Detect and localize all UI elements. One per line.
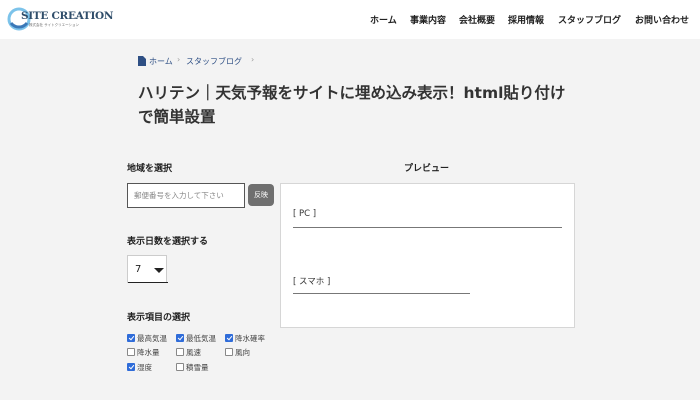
nav-item-recruit[interactable]: 採用情報 (508, 13, 544, 26)
checkbox-box (127, 334, 135, 342)
days-select[interactable]: 7 (127, 255, 168, 283)
checkbox-label: 最高気温 (137, 334, 167, 343)
checkbox-label: 降水量 (137, 348, 160, 357)
nav-item-staff-blog[interactable]: スタッフブログ (558, 13, 621, 26)
preview-pc-divider (293, 227, 562, 228)
page-title: ハリテン｜天気予報をサイトに埋め込み表示！html貼り付けで簡単設置 (138, 84, 566, 126)
days-label: 表示日数を選択する (127, 237, 209, 247)
nav-item-business[interactable]: 事業内容 (410, 13, 446, 26)
nav-item-home[interactable]: ホーム (370, 13, 397, 26)
zip-input[interactable]: 郵便番号を入力して下さい (127, 183, 245, 208)
checkbox-box (127, 363, 135, 371)
nav-item-contact[interactable]: お問い合わせ (635, 13, 689, 26)
document-icon (138, 56, 146, 66)
checkbox-label: 風速 (186, 348, 201, 357)
chevron-down-icon (154, 268, 164, 273)
checkbox-box (176, 363, 184, 371)
checkbox-label: 湿度 (137, 363, 152, 372)
region-label: 地域を選択 (127, 164, 173, 174)
main-nav: ホーム 事業内容 会社概要 採用情報 スタッフブログ お問い合わせ (0, 13, 700, 27)
checkbox-label: 降水確率 (235, 334, 265, 343)
site-header: SITE CREATION 株式会社 サイトクリエーション ホーム 事業内容 会… (0, 0, 700, 39)
checkbox-box (176, 334, 184, 342)
breadcrumb-staff-blog[interactable]: スタッフブログ (186, 56, 242, 67)
items-label: 表示項目の選択 (127, 313, 191, 323)
checkbox-label: 積雪量 (186, 363, 209, 372)
days-value: 7 (135, 264, 142, 275)
checkbox-label: 最低気温 (186, 334, 216, 343)
preview-sp-divider (293, 293, 470, 294)
checkbox-box (225, 334, 233, 342)
breadcrumb-chevron-icon: › (251, 55, 255, 64)
breadcrumb-chevron-icon: › (177, 55, 181, 64)
checkbox-box (225, 348, 233, 356)
checkbox-box (176, 348, 184, 356)
checkbox-box (127, 348, 135, 356)
select-underline (128, 282, 168, 283)
preview-pc-label: [ PC ] (293, 209, 317, 219)
preview-title: プレビュー (404, 164, 450, 174)
preview-sp-label: [ スマホ ] (293, 277, 331, 287)
nav-item-company[interactable]: 会社概要 (459, 13, 495, 26)
breadcrumb-home[interactable]: ホーム (149, 56, 173, 67)
reflect-button[interactable]: 反映 (248, 184, 274, 206)
preview-panel: [ PC ] [ スマホ ] (280, 183, 575, 328)
checkbox-label: 風向 (235, 348, 250, 357)
